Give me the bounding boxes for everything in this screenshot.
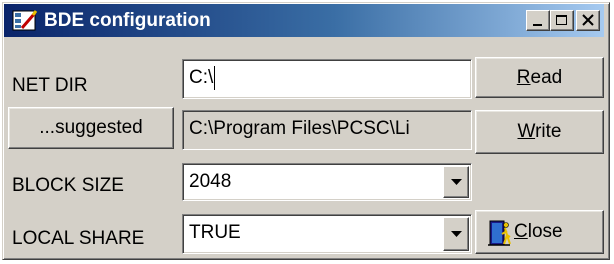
local-share-dropdown-button[interactable] [443,217,469,251]
maximize-button[interactable] [550,10,574,31]
minimize-button[interactable] [526,10,550,31]
write-mnemonic: W [517,121,536,142]
bde-app-icon [12,10,38,31]
title-bar[interactable]: BDE configuration [4,4,604,37]
window-title: BDE configuration [44,10,211,31]
close-label-rest: lose [527,221,563,242]
close-mnemonic: C [514,221,528,242]
local-share-value: TRUE [189,222,241,243]
text-caret [214,65,216,90]
minimize-icon [533,24,542,26]
net-dir-label: NET DIR [12,75,88,96]
read-mnemonic: R [516,67,531,88]
maximize-icon [556,15,567,25]
local-share-label: LOCAL SHARE [12,228,145,249]
suggested-path-field: C:\Program Files\PCSC\Li [182,110,472,150]
close-button[interactable]: Close [475,210,604,254]
net-dir-value: C:\ [189,67,214,88]
read-button[interactable]: Read [475,57,604,98]
write-button[interactable]: Write [475,110,604,154]
suggested-button[interactable]: ...suggested [8,107,174,149]
door-exit-icon [488,220,511,246]
close-icon [582,14,594,26]
block-size-dropdown-button[interactable] [443,166,469,198]
chevron-down-icon [451,179,462,185]
local-share-combobox[interactable]: TRUE [182,214,472,254]
close-window-button[interactable] [576,10,600,31]
chevron-down-icon [451,231,462,237]
block-size-combobox[interactable]: 2048 [182,163,472,201]
read-label-rest: ead [530,67,563,88]
block-size-value: 2048 [189,171,232,192]
write-label-rest: rite [535,121,562,142]
net-dir-input[interactable]: C:\ [182,59,472,99]
block-size-label: BLOCK SIZE [12,175,124,196]
